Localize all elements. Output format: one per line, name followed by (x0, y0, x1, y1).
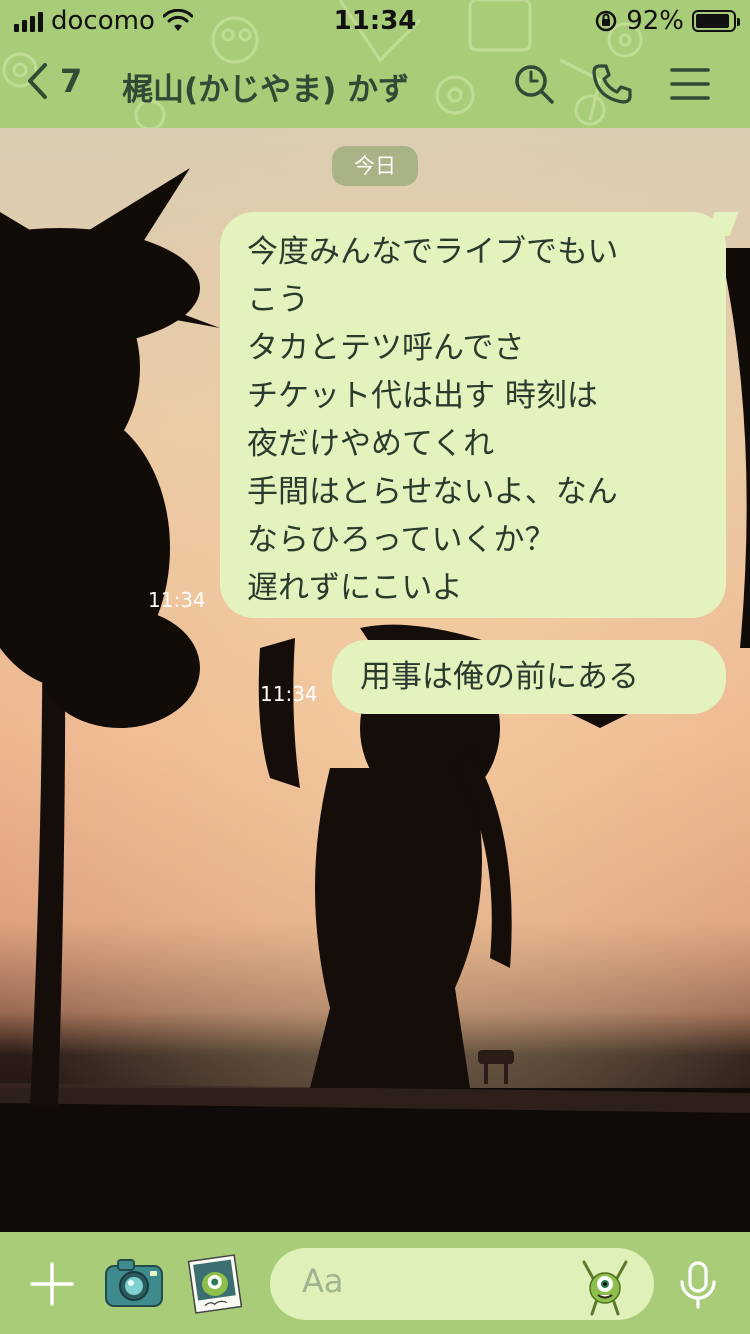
phone-icon[interactable] (590, 62, 634, 106)
input-bar: Aa (0, 1232, 750, 1334)
chat-area[interactable]: 今日 今度みんなでライブでもい こう タカとテツ呼んでさ チケット代は出す 時刻… (0, 128, 750, 1232)
plus-icon[interactable] (28, 1260, 76, 1308)
date-separator: 今日 (332, 146, 418, 186)
chat-header: 7 梶山(かじやま) かず (0, 48, 750, 122)
message-line: チケット代は出す 時刻は (247, 378, 598, 414)
message-line: 遅れずにこいよ (247, 570, 463, 606)
photo-icon[interactable] (186, 1254, 244, 1314)
mic-icon[interactable] (676, 1260, 720, 1310)
message-line: 手間はとらせないよ、なん (247, 474, 618, 510)
message-line: 今度みんなでライブでもい (247, 234, 619, 270)
battery-percent: 92% (626, 6, 684, 36)
status-bar: docomo 11:34 92% (0, 0, 750, 42)
camera-icon[interactable] (104, 1256, 164, 1310)
orientation-lock-icon (595, 10, 617, 32)
top-bar: docomo 11:34 92% 7 梶山(かじやま) かず (0, 0, 750, 128)
unread-count: 7 (60, 62, 83, 100)
battery-fill (696, 14, 730, 28)
message-line: 夜だけやめてくれ (247, 426, 495, 462)
message-line: タカとテツ呼んでさ (247, 330, 525, 366)
message-timestamp: 11:34 (260, 682, 318, 706)
sticker-icon[interactable] (574, 1254, 636, 1316)
message-line: 用事は俺の前にある (360, 659, 639, 695)
message-line: こう (247, 282, 309, 318)
message-bubble[interactable]: 用事は俺の前にある (332, 640, 726, 714)
message-timestamp: 11:34 (148, 588, 206, 612)
message-line: ならひろっていくか？ (247, 522, 556, 558)
message-input[interactable]: Aa (270, 1248, 654, 1320)
chat-title: 梶山(かじやま) かず (122, 72, 410, 108)
back-chevron-icon (28, 63, 47, 99)
menu-icon[interactable] (668, 62, 712, 106)
battery-icon (692, 10, 740, 32)
back-button[interactable]: 7 (26, 62, 82, 100)
message-input-placeholder: Aa (302, 1262, 344, 1300)
message-bubble[interactable]: 今度みんなでライブでもい こう タカとテツ呼んでさ チケット代は出す 時刻は 夜… (220, 212, 726, 618)
search-icon[interactable] (512, 62, 556, 106)
